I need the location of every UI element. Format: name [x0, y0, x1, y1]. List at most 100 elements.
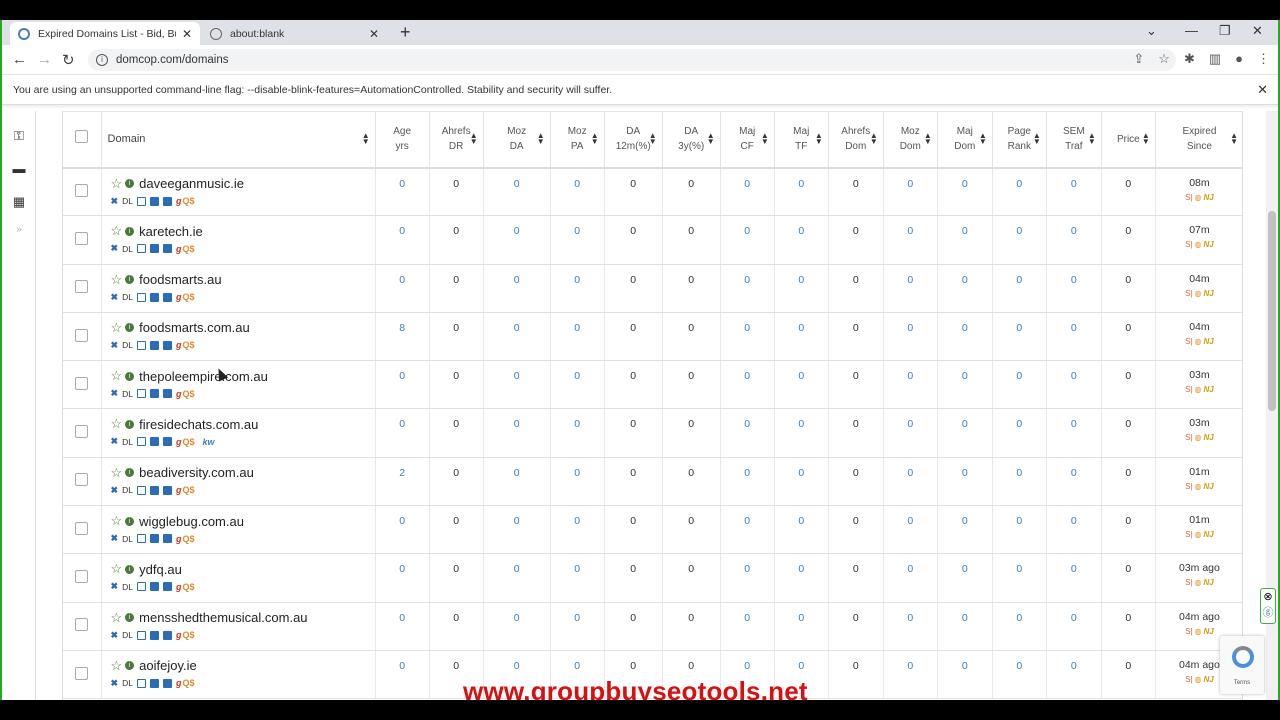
remove-x-icon[interactable]: ✖: [111, 485, 119, 496]
archive-circle-icon[interactable]: ◍: [1195, 578, 1202, 587]
header-moz-pa[interactable]: Moz PA ▲ ▼: [550, 111, 605, 169]
remove-x-icon[interactable]: ✖: [111, 533, 119, 544]
new-tab-plus-icon[interactable]: +: [400, 22, 411, 43]
calendar-icon[interactable]: ▦: [11, 194, 27, 209]
archive-icon[interactable]: [149, 485, 159, 495]
domain-name[interactable]: firesidechats.com.au: [139, 417, 258, 432]
metric-sem-cell[interactable]: 0: [1046, 650, 1102, 700]
metric-da-cell[interactable]: 0: [483, 264, 551, 313]
metric-da-cell[interactable]: 0: [483, 215, 551, 265]
copy-icon[interactable]: [136, 389, 146, 399]
semrush-icon[interactable]: S|: [1185, 482, 1192, 491]
archive-icon[interactable]: [149, 678, 159, 688]
metric-pr-cell[interactable]: 0: [992, 408, 1047, 458]
google-icon[interactable]: g: [176, 292, 182, 302]
metric-pr-cell[interactable]: 0: [992, 312, 1047, 362]
metric-da-cell[interactable]: 0: [483, 602, 551, 651]
header-da-12m[interactable]: DA 12m(%) ▲ ▼: [604, 111, 663, 169]
metric-cf-cell[interactable]: 0: [720, 553, 775, 603]
metric-majdom-cell[interactable]: 0: [937, 360, 993, 410]
nj-icon[interactable]: NJ: [1204, 675, 1214, 684]
domain-name[interactable]: foodsmarts.au: [139, 272, 221, 287]
side-panel-icon[interactable]: ▥: [1209, 51, 1221, 67]
copy-icon[interactable]: [136, 196, 146, 206]
search-price-icon[interactable]: Q$: [182, 389, 194, 399]
download-label[interactable]: DL: [122, 340, 133, 350]
metric-pa-cell[interactable]: 0: [550, 167, 605, 217]
copy-icon[interactable]: [136, 292, 146, 302]
domain-name[interactable]: beadiversity.com.au: [139, 465, 254, 480]
copy-icon[interactable]: [136, 340, 146, 350]
metric-majdom-cell[interactable]: 0: [937, 215, 993, 265]
favorite-star-icon[interactable]: ☆: [111, 272, 123, 288]
archive-circle-icon[interactable]: ◍: [1195, 337, 1202, 346]
domain-name[interactable]: wigglebug.com.au: [139, 514, 244, 529]
search-price-icon[interactable]: Q$: [182, 437, 194, 447]
download-label[interactable]: DL: [122, 582, 133, 592]
briefcase-icon[interactable]: ▬: [11, 161, 27, 176]
metric-age-cell[interactable]: 0: [375, 167, 430, 217]
semrush-icon[interactable]: S|: [1185, 289, 1192, 298]
header-moz-da[interactable]: Moz DA ▲ ▼: [483, 111, 551, 169]
chevron-down-icon[interactable]: ⌄: [1146, 23, 1157, 39]
metric-majdom-cell[interactable]: 0: [937, 312, 993, 362]
header-maj-dom[interactable]: Maj Dom ▲ ▼: [937, 111, 993, 169]
header-da-3y[interactable]: DA 3y(%) ▲ ▼: [662, 111, 721, 169]
metric-age-cell[interactable]: 2: [375, 457, 430, 507]
semrush-icon[interactable]: S|: [1185, 675, 1192, 684]
screenshot-camera-icon[interactable]: [162, 582, 172, 592]
row-checkbox[interactable]: [75, 473, 89, 487]
favorite-star-icon[interactable]: ☆: [111, 465, 123, 481]
grammarly-icon[interactable]: ⓖ: [1261, 605, 1275, 621]
metric-sem-cell[interactable]: 0: [1046, 264, 1102, 313]
info-icon[interactable]: i: [125, 275, 135, 285]
close-icon[interactable]: ✕: [182, 27, 192, 41]
header-maj-cf[interactable]: Maj CF ▲ ▼: [720, 111, 775, 169]
site-info-icon[interactable]: i: [96, 54, 108, 66]
screenshot-camera-icon[interactable]: [162, 244, 172, 254]
metric-cf-cell[interactable]: 0: [720, 602, 775, 651]
restore-icon[interactable]: ❐: [1219, 23, 1231, 39]
archive-icon[interactable]: [149, 389, 159, 399]
nj-icon[interactable]: NJ: [1204, 240, 1214, 249]
metric-da-cell[interactable]: 0: [483, 408, 551, 458]
row-checkbox[interactable]: [75, 231, 89, 245]
url-field[interactable]: i domcop.com/domains: [88, 49, 1176, 71]
copy-icon[interactable]: [136, 534, 146, 544]
archive-circle-icon[interactable]: ◍: [1195, 433, 1202, 442]
header-ahrefs-dom[interactable]: Ahrefs Dom ▲ ▼: [828, 111, 884, 169]
row-checkbox[interactable]: [75, 521, 89, 535]
metric-sem-cell[interactable]: 0: [1046, 312, 1102, 362]
google-icon[interactable]: g: [176, 389, 182, 399]
metric-tf-cell[interactable]: 0: [774, 167, 829, 217]
metric-mdom-cell[interactable]: 0: [883, 360, 938, 410]
screenshot-camera-icon[interactable]: [162, 678, 172, 688]
header-expired-since[interactable]: Expired Since ▲ ▼: [1155, 111, 1242, 169]
download-label[interactable]: DL: [122, 389, 133, 399]
search-price-icon[interactable]: Q$: [182, 630, 194, 640]
download-label[interactable]: DL: [122, 678, 133, 688]
archive-icon[interactable]: [149, 534, 159, 544]
metric-age-cell[interactable]: 0: [375, 215, 430, 265]
metric-mdom-cell[interactable]: 0: [883, 650, 938, 700]
forward-arrow-icon[interactable]: →: [37, 51, 52, 68]
download-label[interactable]: DL: [122, 630, 133, 640]
favorite-star-icon[interactable]: ☆: [111, 416, 123, 432]
row-checkbox[interactable]: [75, 183, 89, 197]
nj-icon[interactable]: NJ: [1204, 193, 1214, 202]
google-icon[interactable]: g: [176, 678, 182, 688]
metric-tf-cell[interactable]: 0: [774, 505, 829, 555]
metric-da-cell[interactable]: 0: [483, 457, 551, 507]
semrush-icon[interactable]: S|: [1185, 578, 1192, 587]
remove-x-icon[interactable]: ✖: [111, 292, 119, 303]
copy-icon[interactable]: [136, 437, 146, 447]
header-price[interactable]: Price ▲ ▼: [1101, 111, 1156, 169]
metric-pr-cell[interactable]: 0: [992, 602, 1047, 651]
metric-mdom-cell[interactable]: 0: [883, 505, 938, 555]
row-checkbox[interactable]: [75, 328, 89, 342]
metric-age-cell[interactable]: 0: [375, 408, 430, 458]
metric-pa-cell[interactable]: 0: [550, 264, 605, 313]
remove-x-icon[interactable]: ✖: [111, 630, 119, 641]
tab-blank[interactable]: about:blank ✕: [202, 22, 387, 45]
nj-icon[interactable]: NJ: [1204, 433, 1214, 442]
